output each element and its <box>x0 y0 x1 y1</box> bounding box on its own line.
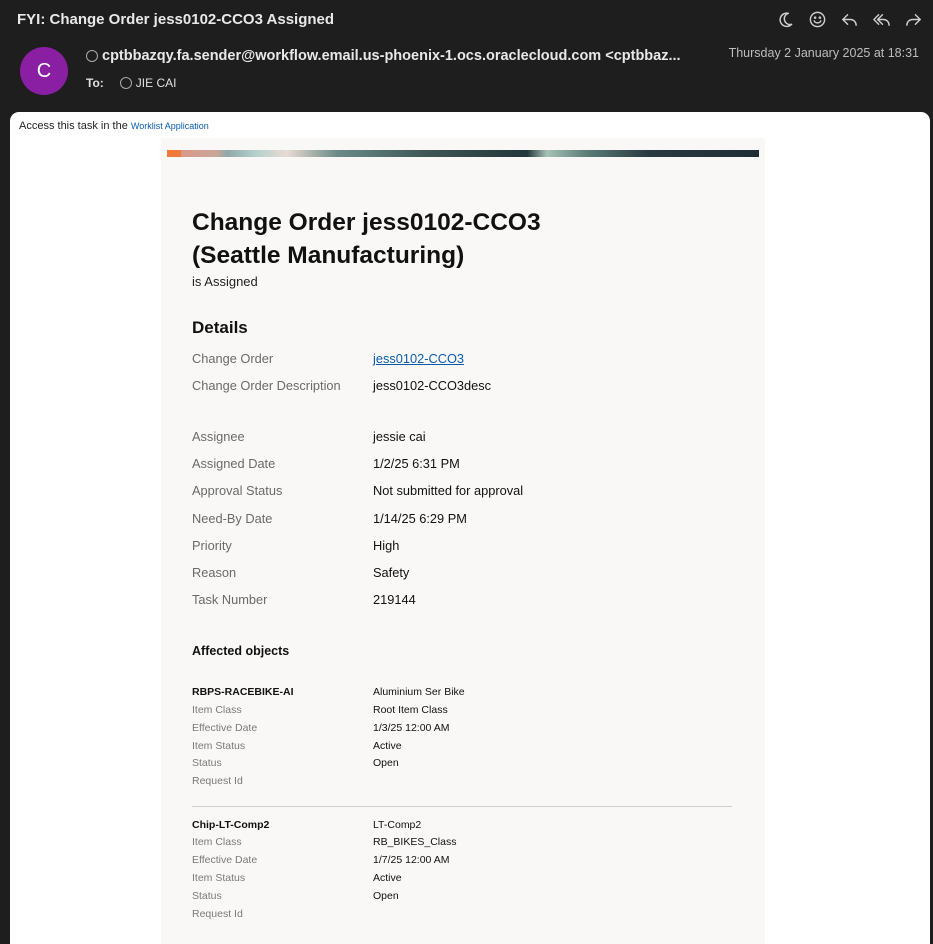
recipient-row: To: JIE CAI <box>86 76 176 90</box>
status-circle-icon <box>119 77 132 89</box>
object-label: Effective Date <box>192 854 258 866</box>
affected-objects-heading: Affected objects <box>192 644 290 658</box>
details-heading: Details <box>192 318 248 337</box>
object-label: Item Class <box>192 704 242 716</box>
object-value: Root Item Class <box>373 704 448 716</box>
page-title: Change Order jess0102-CCO3 (Seattle Manu… <box>192 209 541 269</box>
detail-label: Priority <box>192 538 232 553</box>
email-date: Thursday 2 January 2025 at 18:31 <box>728 46 919 60</box>
object-value: 1/3/25 12:00 AM <box>373 722 450 734</box>
moon-icon[interactable] <box>775 9 795 29</box>
worklist-link[interactable]: Worklist Application <box>131 121 209 131</box>
recipient-name[interactable]: JIE CAI <box>136 76 177 90</box>
detail-value: 1/2/25 6:31 PM <box>373 456 460 471</box>
detail-label: Task Number <box>192 592 268 607</box>
detail-label: Change Order <box>192 351 274 366</box>
object-value: Active <box>373 872 402 884</box>
email-body: Access this task in the Worklist Applica… <box>10 112 930 944</box>
detail-value: jessie cai <box>373 429 426 444</box>
reply-all-icon[interactable] <box>871 9 891 29</box>
to-label: To: <box>86 76 104 90</box>
detail-value: High <box>373 538 400 553</box>
object-value: Active <box>373 740 402 752</box>
object-label: Request Id <box>192 908 243 920</box>
object-label: Status <box>192 890 222 902</box>
object-description: LT-Comp2 <box>373 819 422 831</box>
detail-value: Not submitted for approval <box>373 483 524 498</box>
divider <box>192 806 732 807</box>
detail-label: Approval Status <box>192 483 283 498</box>
change-order-link[interactable]: jess0102-CCO3 <box>373 351 464 366</box>
detail-value: 219144 <box>373 592 416 607</box>
status-circle-icon <box>86 50 98 62</box>
sender-row: cptbbazqy.fa.sender@workflow.email.us-ph… <box>86 48 696 64</box>
object-value: 1/7/25 12:00 AM <box>373 854 450 866</box>
access-text: Access this task in the <box>19 120 131 132</box>
object-value: Open <box>373 890 399 902</box>
object-value: Open <box>373 757 399 769</box>
detail-label: Assignee <box>192 429 245 444</box>
access-line: Access this task in the Worklist Applica… <box>19 120 209 132</box>
page-subtitle: is Assigned <box>192 274 258 289</box>
forward-icon[interactable] <box>903 9 923 29</box>
header-banner-image <box>167 150 759 157</box>
object-value: RB_BIKES_Class <box>373 836 457 848</box>
email-subject: FYI: Change Order jess0102-CCO3 Assigned <box>17 11 335 28</box>
detail-label: Reason <box>192 565 237 580</box>
detail-value: jess0102-CCO3desc <box>373 378 492 393</box>
object-label: Effective Date <box>192 722 258 734</box>
emoji-icon[interactable] <box>807 9 827 29</box>
detail-label: Change Order Description <box>192 378 341 393</box>
detail-label: Assigned Date <box>192 456 276 471</box>
object-label: Status <box>192 757 222 769</box>
detail-value: 1/14/25 6:29 PM <box>373 511 467 526</box>
object-label: Item Class <box>192 836 242 848</box>
reply-icon[interactable] <box>839 9 859 29</box>
avatar: C <box>20 47 68 95</box>
notification-card: Change Order jess0102-CCO3 (Seattle Manu… <box>161 138 765 944</box>
detail-label: Need-By Date <box>192 511 273 526</box>
detail-value: Safety <box>373 565 410 580</box>
email-header-bar: FYI: Change Order jess0102-CCO3 Assigned <box>0 0 933 40</box>
object-description: Aluminium Ser Bike <box>373 686 465 698</box>
sender-address[interactable]: cptbbazqy.fa.sender@workflow.email.us-ph… <box>102 48 681 64</box>
object-name: RBPS-RACEBIKE-AI <box>192 686 294 698</box>
object-label: Item Status <box>192 740 246 752</box>
message-actions <box>775 9 923 29</box>
object-label: Request Id <box>192 775 243 787</box>
object-name: Chip-LT-Comp2 <box>192 819 270 831</box>
object-label: Item Status <box>192 872 246 884</box>
